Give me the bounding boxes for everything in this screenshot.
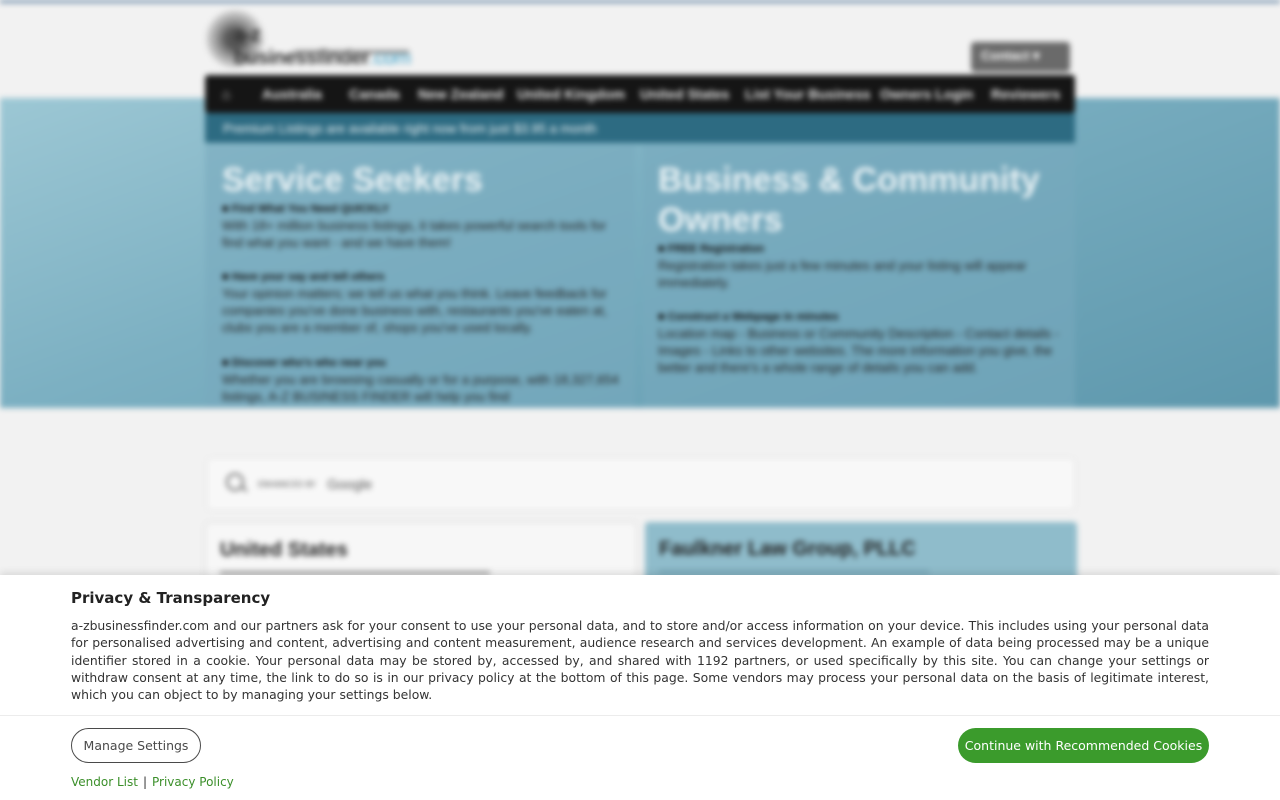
section-text: Location map - Business or Community Des… bbox=[658, 326, 1059, 375]
vendor-list-link[interactable]: Vendor List bbox=[71, 775, 138, 789]
link-separator: | bbox=[142, 775, 147, 789]
nav-item-reviewers[interactable]: Reviewers bbox=[991, 86, 1060, 102]
hero-section bbox=[0, 98, 1280, 408]
consent-title: Privacy & Transparency bbox=[71, 589, 271, 607]
privacy-policy-link[interactable]: Privacy Policy bbox=[152, 775, 234, 789]
section-text: Registration takes just a few minutes an… bbox=[658, 258, 1027, 290]
nav-item-united-states[interactable]: United States bbox=[640, 86, 729, 102]
section-heading: ■ Discover who's who near you bbox=[222, 357, 386, 369]
consent-body-text: a-zbusinessfinder.com and our partners a… bbox=[71, 618, 1209, 703]
consent-divider bbox=[0, 715, 1280, 716]
nav-item-canada[interactable]: Canada bbox=[349, 86, 400, 102]
logo-tagline bbox=[294, 50, 409, 54]
consent-dialog: Privacy & Transparency a-zbusinessfinder… bbox=[0, 575, 1280, 800]
search-bar[interactable]: ENHANCED BY Google bbox=[207, 458, 1075, 510]
site-logo[interactable]: a-z businessfinder.com bbox=[206, 10, 436, 70]
card-subtext bbox=[659, 570, 929, 574]
section-heading: ■ Construct a Webpage in minutes bbox=[658, 311, 839, 323]
search-enhanced-label: ENHANCED BY bbox=[258, 480, 316, 489]
nav-item-new-zealand[interactable]: New Zealand bbox=[418, 86, 504, 102]
manage-settings-button[interactable]: Manage Settings bbox=[71, 728, 201, 763]
nav-item-owners-login[interactable]: Owners Login bbox=[880, 86, 973, 102]
nav-item-list-business[interactable]: List Your Business bbox=[745, 86, 871, 102]
main-nav: ⌂ Australia Canada New Zealand United Ki… bbox=[205, 75, 1075, 113]
nav-item-united-kingdom[interactable]: United Kingdom bbox=[517, 86, 625, 102]
section-heading: ■ Find What You Need QUICKLY bbox=[222, 203, 390, 215]
panel-title: Business & Community Owners bbox=[658, 161, 1040, 239]
section-heading: ■ Have your say and tell others bbox=[222, 271, 385, 283]
logo-text: a-z businessfinder.com bbox=[234, 24, 411, 69]
continue-recommended-cookies-button[interactable]: Continue with Recommended Cookies bbox=[958, 728, 1209, 763]
section-text: Your opinion matters; we tell us what yo… bbox=[222, 286, 608, 335]
promo-banner[interactable]: Premium Listings are available right now… bbox=[205, 113, 1075, 143]
search-icon bbox=[226, 473, 244, 491]
business-owners-panel: Business & Community Owners ■ FREE Regis… bbox=[643, 145, 1075, 408]
top-strip bbox=[0, 0, 1280, 3]
promo-banner-text: Premium Listings are available right now… bbox=[223, 121, 597, 136]
contact-button[interactable]: Contact ▾ bbox=[971, 42, 1070, 72]
home-icon[interactable]: ⌂ bbox=[222, 86, 230, 102]
nav-item-australia[interactable]: Australia bbox=[262, 86, 322, 102]
section-text: With 18+ million business listings, it t… bbox=[222, 218, 607, 250]
card-title: Faulkner Law Group, PLLC bbox=[659, 538, 916, 560]
panel-title: Service Seekers bbox=[222, 161, 483, 199]
consent-links: Vendor List | Privacy Policy bbox=[71, 775, 234, 789]
search-provider-label: Google bbox=[327, 476, 373, 492]
section-text: Whether you are browsing casually or for… bbox=[222, 372, 619, 404]
service-seekers-panel: Service Seekers ■ Find What You Need QUI… bbox=[205, 145, 635, 408]
card-title: United States bbox=[220, 539, 348, 561]
section-heading: ■ FREE Registration bbox=[658, 243, 765, 255]
